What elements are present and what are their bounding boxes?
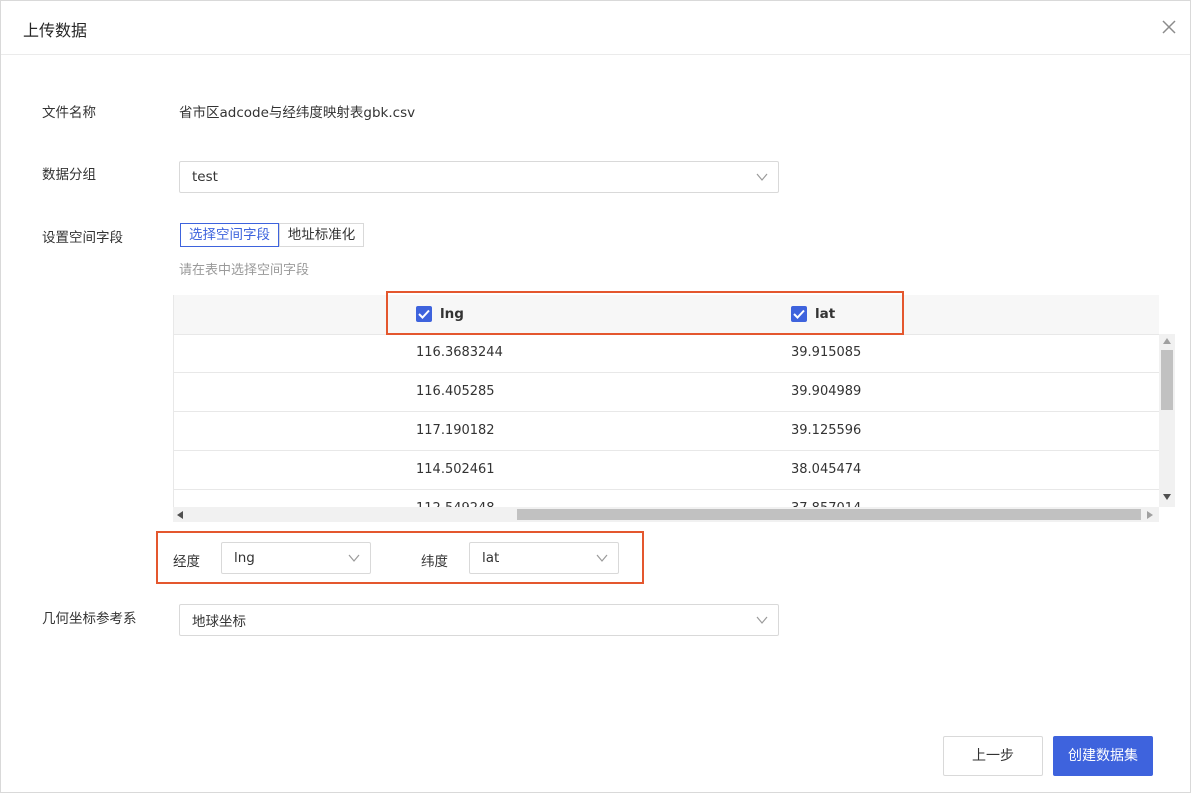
longitude-value: lng [234, 550, 255, 566]
horizontal-scroll-thumb[interactable] [517, 509, 1141, 520]
vertical-scroll-thumb[interactable] [1161, 350, 1173, 410]
spatial-field-label: 设置空间字段 [42, 230, 123, 246]
file-name-value: 省市区adcode与经纬度映射表gbk.csv [179, 105, 416, 121]
tab-address-standardize[interactable]: 地址标准化 [279, 223, 364, 247]
latitude-label: 纬度 [421, 554, 448, 570]
lat-cell: 39.125596 [791, 423, 862, 438]
dialog-header: 上传数据 [1, 1, 1190, 55]
scroll-up-icon[interactable] [1163, 338, 1171, 344]
scroll-left-icon[interactable] [177, 511, 183, 519]
crs-label: 几何坐标参考系 [42, 611, 137, 627]
vertical-scrollbar[interactable] [1159, 334, 1175, 507]
chevron-down-icon [756, 173, 768, 181]
table-row: 114.502461 38.045474 [173, 451, 1159, 490]
lat-checkbox[interactable] [791, 306, 807, 322]
data-group-select[interactable]: test [179, 161, 779, 193]
crs-select[interactable]: 地球坐标 [179, 604, 779, 636]
tab-select-spatial-field[interactable]: 选择空间字段 [180, 223, 279, 247]
prev-step-button[interactable]: 上一步 [943, 736, 1043, 776]
chevron-down-icon [756, 616, 768, 624]
lng-checkbox[interactable] [416, 306, 432, 322]
lng-cell: 114.502461 [416, 462, 495, 477]
latitude-select[interactable]: lat [469, 542, 619, 574]
horizontal-scrollbar[interactable] [173, 507, 1159, 522]
upload-data-dialog: 上传数据 文件名称 省市区adcode与经纬度映射表gbk.csv 数据分组 t… [0, 0, 1191, 793]
scroll-right-icon[interactable] [1147, 511, 1153, 519]
close-icon[interactable] [1160, 18, 1178, 36]
lat-cell: 39.915085 [791, 345, 862, 360]
table-row: 117.190182 39.125596 [173, 412, 1159, 451]
lng-cell: 116.405285 [416, 384, 495, 399]
scroll-down-icon[interactable] [1163, 494, 1171, 500]
lng-cell: 116.3683244 [416, 345, 503, 360]
longitude-select[interactable]: lng [221, 542, 371, 574]
table-row: 116.405285 39.904989 [173, 373, 1159, 412]
lat-cell: 39.904989 [791, 384, 862, 399]
column-label-lat: lat [815, 306, 836, 322]
dialog-title: 上传数据 [23, 21, 88, 40]
check-icon [793, 309, 805, 319]
file-name-label: 文件名称 [42, 105, 96, 121]
check-icon [418, 309, 430, 319]
column-label-lng: lng [440, 306, 464, 322]
table-header: lng lat [173, 295, 1159, 335]
table-row: 116.3683244 39.915085 [173, 334, 1159, 373]
create-dataset-button[interactable]: 创建数据集 [1053, 736, 1153, 776]
data-preview-table: lng lat 116.3683244 39.915085 116.405285… [173, 295, 1175, 522]
data-group-label: 数据分组 [42, 167, 96, 183]
chevron-down-icon [348, 554, 360, 562]
longitude-label: 经度 [173, 554, 200, 570]
table-left-border [173, 295, 174, 507]
crs-value: 地球坐标 [192, 614, 246, 630]
lng-cell: 117.190182 [416, 423, 495, 438]
chevron-down-icon [596, 554, 608, 562]
data-group-value: test [192, 169, 218, 185]
lat-cell: 38.045474 [791, 462, 862, 477]
spatial-hint: 请在表中选择空间字段 [179, 263, 310, 278]
latitude-value: lat [482, 550, 500, 566]
